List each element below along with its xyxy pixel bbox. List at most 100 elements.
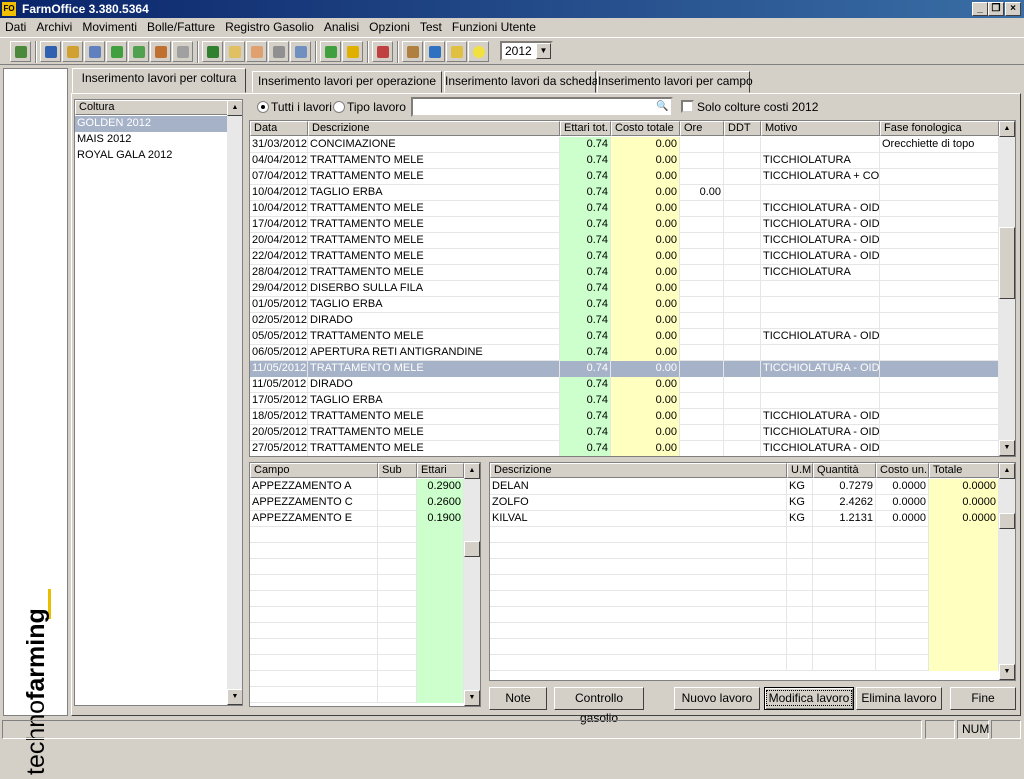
column-header-sub[interactable]: Sub xyxy=(378,463,417,478)
column-header-ettari[interactable]: Ettari tot. xyxy=(560,121,611,136)
tractor-icon[interactable] xyxy=(40,41,61,62)
scroll-down-icon[interactable]: ▼ xyxy=(464,690,480,706)
table-row[interactable]: APPEZZAMENTO A 0.2900 xyxy=(250,479,464,495)
chat-icon[interactable] xyxy=(446,41,467,62)
table-row[interactable]: APPEZZAMENTO E 0.1900 xyxy=(250,511,464,527)
fine-button[interactable]: Fine xyxy=(950,687,1016,710)
card-icon[interactable] xyxy=(84,41,105,62)
export-icon[interactable] xyxy=(128,41,149,62)
column-header-ddt[interactable]: DDT xyxy=(724,121,761,136)
crop-list[interactable]: Coltura GOLDEN 2012 MAIS 2012 ROYAL GALA 2… xyxy=(74,99,243,706)
print-icon[interactable] xyxy=(268,41,289,62)
table-row[interactable]: KILVAL KG 1.2131 0.0000 0.0000 xyxy=(490,511,999,527)
scroll-thumb[interactable] xyxy=(464,541,480,557)
euro-icon[interactable] xyxy=(342,41,363,62)
scroll-up-icon[interactable]: ▲ xyxy=(999,463,1015,479)
tab-per-coltura[interactable]: Inserimento lavori per coltura xyxy=(72,68,246,93)
menu-archivi[interactable]: Archivi xyxy=(31,18,77,35)
table-row[interactable]: 28/04/2012 TRATTAMENTO MELE 0.74 0.00 TICCHI… xyxy=(250,265,999,281)
table-row[interactable]: 27/05/2012 TRATTAMENTO MELE 0.74 0.00 TICCHI… xyxy=(250,441,999,456)
solo-colture-costi-checkbox[interactable] xyxy=(681,100,694,113)
table-row[interactable]: 20/04/2012 TRATTAMENTO MELE 0.74 0.00 TICCHI… xyxy=(250,233,999,249)
table-row[interactable]: 11/05/2012 TRATTAMENTO MELE 0.74 0.00 TICCHI… xyxy=(250,361,999,377)
crop-list-item[interactable]: GOLDEN 2012 xyxy=(75,116,227,132)
scroll-up-icon[interactable]: ▲ xyxy=(227,100,242,116)
upload-icon[interactable] xyxy=(320,41,341,62)
restore-button[interactable]: ❐ xyxy=(988,2,1004,16)
chevron-down-icon[interactable]: ▼ xyxy=(536,43,551,59)
box-icon[interactable] xyxy=(62,41,83,62)
gear-icon[interactable] xyxy=(172,41,193,62)
work-type-input[interactable]: 🔍 xyxy=(411,97,673,117)
column-header-totale[interactable]: Totale xyxy=(929,463,999,478)
tools-icon[interactable] xyxy=(402,41,423,62)
table-row[interactable]: ZOLFO KG 2.4262 0.0000 0.0000 xyxy=(490,495,999,511)
table-row[interactable]: 01/05/2012 TAGLIO ERBA 0.74 0.00 xyxy=(250,297,999,313)
products-scrollbar[interactable]: ▲ ▼ xyxy=(999,463,1015,680)
column-header-descrizione[interactable]: Descrizione xyxy=(308,121,560,136)
crop-list-item[interactable]: MAIS 2012 xyxy=(75,132,227,148)
scroll-down-icon[interactable]: ▼ xyxy=(227,689,242,705)
tree-icon[interactable] xyxy=(202,41,223,62)
products-grid[interactable]: Descrizione U.M. Quantità Costo un. Totale D… xyxy=(489,462,1016,681)
network-icon[interactable] xyxy=(424,41,445,62)
menu-test[interactable]: Test xyxy=(415,18,447,35)
column-header-campo[interactable]: Campo xyxy=(250,463,378,478)
table-row[interactable]: 17/05/2012 TAGLIO ERBA 0.74 0.00 xyxy=(250,393,999,409)
calendar-icon[interactable] xyxy=(246,41,267,62)
column-header-data[interactable]: Data xyxy=(250,121,308,136)
column-header-fase[interactable]: Fase fonologica xyxy=(880,121,999,136)
menu-analisi[interactable]: Analisi xyxy=(319,18,364,35)
modifica-lavoro-button[interactable]: Modifica lavoro xyxy=(764,687,854,710)
import-icon[interactable] xyxy=(106,41,127,62)
column-header-um[interactable]: U.M. xyxy=(787,463,813,478)
elimina-lavoro-button[interactable]: Elimina lavoro xyxy=(856,687,942,710)
chart-icon[interactable] xyxy=(372,41,393,62)
table-row[interactable]: 29/04/2012 DISERBO SULLA FILA 0.74 0.00 xyxy=(250,281,999,297)
crop-list-header[interactable]: Coltura xyxy=(75,100,228,115)
scroll-down-icon[interactable]: ▼ xyxy=(999,440,1015,456)
table-row[interactable]: 05/05/2012 TRATTAMENTO MELE 0.74 0.00 TICCHI… xyxy=(250,329,999,345)
menu-movimenti[interactable]: Movimenti xyxy=(77,18,142,35)
scroll-thumb[interactable] xyxy=(999,227,1015,299)
table-row[interactable]: APPEZZAMENTO C 0.2600 xyxy=(250,495,464,511)
nuovo-lavoro-button[interactable]: Nuovo lavoro xyxy=(674,687,760,710)
column-header-motivo[interactable]: Motivo xyxy=(761,121,880,136)
works-grid[interactable]: Data Descrizione Ettari tot. Costo totale Or… xyxy=(249,120,1016,457)
exit-icon[interactable] xyxy=(10,41,31,62)
table-row[interactable]: 11/05/2012 DIRADO 0.74 0.00 xyxy=(250,377,999,393)
column-header-ettari[interactable]: Ettari xyxy=(417,463,464,478)
table-row[interactable]: 18/05/2012 TRATTAMENTO MELE 0.74 0.00 TICCHI… xyxy=(250,409,999,425)
menu-registro-gasolio[interactable]: Registro Gasolio xyxy=(220,18,319,35)
tab-per-campo[interactable]: Inserimento lavori per campo xyxy=(597,71,753,93)
table-row[interactable]: 07/04/2012 TRATTAMENTO MELE 0.74 0.00 TICCHI… xyxy=(250,169,999,185)
menu-dati[interactable]: Dati xyxy=(0,18,31,35)
year-select[interactable]: 2012 ▼ xyxy=(500,41,553,61)
note-button[interactable]: Note xyxy=(489,687,547,710)
lightbulb-icon[interactable] xyxy=(468,41,489,62)
radio-tutti-lavori[interactable] xyxy=(257,101,269,113)
menu-opzioni[interactable]: Opzioni xyxy=(364,18,415,35)
user-icon[interactable] xyxy=(150,41,171,62)
table-row[interactable]: 04/04/2012 TRATTAMENTO MELE 0.74 0.00 TICCHI… xyxy=(250,153,999,169)
column-header-ore[interactable]: Ore xyxy=(680,121,724,136)
table-row[interactable]: DELAN KG 0.7279 0.0000 0.0000 xyxy=(490,479,999,495)
column-header-costo-un[interactable]: Costo un. xyxy=(876,463,929,478)
minimize-button[interactable]: _ xyxy=(972,2,988,16)
table-row[interactable]: 02/05/2012 DIRADO 0.74 0.00 xyxy=(250,313,999,329)
table-row[interactable]: 20/05/2012 TRATTAMENTO MELE 0.74 0.00 TICCHI… xyxy=(250,425,999,441)
column-header-costo[interactable]: Costo totale xyxy=(611,121,680,136)
tab-per-operazione[interactable]: Inserimento lavori per operazione xyxy=(252,71,442,93)
column-header-descrizione[interactable]: Descrizione xyxy=(490,463,787,478)
controllo-gasolio-button[interactable]: Controllo gasolio xyxy=(554,687,644,725)
table-row[interactable]: 22/04/2012 TRATTAMENTO MELE 0.74 0.00 TICCHI… xyxy=(250,249,999,265)
lookup-icon[interactable]: 🔍 xyxy=(655,100,670,114)
menu-funzioni-utente[interactable]: Funzioni Utente xyxy=(447,18,541,35)
fields-grid[interactable]: Campo Sub Ettari APPEZZAMENTO A 0.2900 APPEZ… xyxy=(249,462,481,707)
menu-bolle-fatture[interactable]: Bolle/Fatture xyxy=(142,18,220,35)
column-header-quantita[interactable]: Quantità xyxy=(813,463,876,478)
table-row[interactable]: 10/04/2012 TRATTAMENTO MELE 0.74 0.00 TICCHI… xyxy=(250,201,999,217)
document-icon[interactable] xyxy=(224,41,245,62)
table-row[interactable]: 06/05/2012 APERTURA RETI ANTIGRANDINE 0.74… xyxy=(250,345,999,361)
close-button[interactable]: × xyxy=(1005,2,1021,16)
